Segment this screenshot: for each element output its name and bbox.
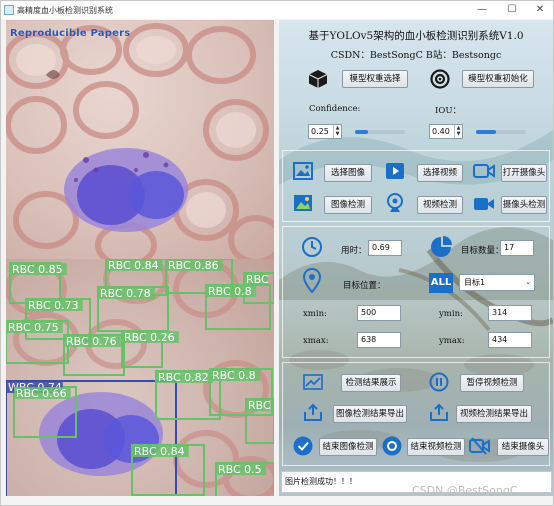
target-select-value: 目标1	[464, 278, 486, 287]
export-video-button[interactable]: 视频检测结果导出	[456, 405, 532, 423]
pie-chart-icon	[431, 236, 452, 257]
ymin-field: 314	[488, 305, 532, 321]
xmax-label: xmax:	[303, 336, 329, 346]
detection-label: RBC 0.5	[218, 463, 262, 476]
init-weights-button[interactable]: 模型权重初始化	[462, 70, 534, 88]
detection-label: RBC	[248, 399, 271, 412]
detection-label: RBC 0.84	[108, 259, 159, 272]
ymax-field: 434	[488, 332, 532, 348]
pause-icon	[429, 372, 449, 392]
clock-icon	[302, 237, 322, 257]
image-icon	[293, 162, 313, 180]
detection-label: RBC 0.8	[212, 369, 256, 382]
export-icon	[304, 403, 322, 421]
select-weights-button[interactable]: 模型权重选择	[342, 70, 408, 88]
detection-label: RBC 0.86	[168, 259, 219, 272]
target-icon	[430, 69, 450, 89]
csdn-watermark: CSDN @BestSongC	[412, 484, 518, 497]
iou-value: 0.40	[432, 127, 450, 136]
control-panel: 基于YOLOv5架构的血小板检测识别系统V1.0 CSDN：BestSongC …	[279, 20, 553, 496]
cube-icon	[308, 70, 328, 88]
confidence-spinbox[interactable]: 0.25 ▲ ▼	[308, 124, 342, 139]
end-camera-button[interactable]: 结束摄像头	[497, 438, 549, 456]
end-video-detect-button[interactable]: 结束视频检测	[407, 438, 465, 456]
location-pin-icon	[303, 268, 321, 294]
gallery-icon	[294, 195, 312, 211]
ymin-label: ymin:	[439, 309, 463, 319]
detection-label: RBC 0.8	[208, 285, 252, 298]
app-icon	[4, 5, 14, 15]
camera-detect-button[interactable]: 摄像头检测	[501, 196, 547, 214]
chevron-down-icon: ⌄	[525, 278, 531, 286]
check-circle-icon	[293, 436, 313, 456]
show-results-button[interactable]: 检测结果展示	[341, 374, 401, 392]
stop-circle-icon	[382, 436, 402, 456]
blood-smear-detected: RBC 0.85 RBC 0.84 RBC 0.86 RBC RBC 0.73 RBC 0…	[6, 259, 274, 496]
camera-off-icon	[469, 437, 490, 455]
image-detect-button[interactable]: 图像检测	[324, 196, 372, 214]
window-title: 高精度血小板检测识别系统	[17, 6, 113, 15]
detection-label: RBC 0.73	[28, 299, 79, 312]
spin-arrows-icon[interactable]: ▲ ▼	[454, 125, 462, 138]
line-chart-icon	[303, 374, 323, 390]
detection-label: RBC 0.76	[66, 335, 117, 348]
export-image-button[interactable]: 图像检测结果导出	[333, 405, 407, 423]
detection-image: RBC 0.85 RBC 0.84 RBC 0.86 RBC RBC 0.73 RBC 0…	[6, 259, 274, 496]
spin-arrows-icon[interactable]: ▲ ▼	[333, 125, 341, 138]
all-targets-icon: ALL	[429, 273, 453, 293]
iou-slider-fill	[476, 130, 496, 134]
pause-video-button[interactable]: 暂停视频检测	[460, 374, 524, 392]
confidence-slider-fill	[355, 130, 368, 134]
detection-label: RBC 0.85	[12, 263, 63, 276]
ymax-label: ymax:	[439, 336, 465, 346]
time-label: 用时：	[341, 246, 367, 256]
video-file-icon	[386, 163, 404, 179]
target-select[interactable]: 目标1 ⌄	[459, 274, 535, 291]
detection-label: RBC 0.26	[124, 331, 175, 344]
end-image-detect-button[interactable]: 结束图像检测	[319, 438, 377, 456]
app-window: 高精度血小板检测识别系统 — ☐ ✕ Reproducible Papers R…	[0, 0, 554, 506]
iou-spinbox[interactable]: 0.40 ▲ ▼	[429, 124, 463, 139]
confidence-slider[interactable]	[355, 130, 405, 134]
original-image: Reproducible Papers	[6, 20, 274, 259]
iou-label: IOU：	[435, 106, 461, 116]
video-detect-button[interactable]: 视频检测	[417, 196, 463, 214]
detection-label: RBC 0.82	[158, 371, 209, 384]
position-label: 目标位置：	[343, 281, 386, 291]
count-field: 17	[500, 240, 534, 256]
app-heading: 基于YOLOv5架构的血小板检测识别系统V1.0	[308, 30, 524, 42]
webcam-icon	[387, 193, 403, 212]
time-field: 0.69	[368, 240, 402, 256]
iou-slider[interactable]	[476, 130, 526, 134]
export-icon	[430, 403, 448, 421]
select-video-button[interactable]: 选择视频	[417, 164, 463, 182]
xmax-field: 638	[357, 332, 401, 348]
detection-label: RBC 0.78	[100, 287, 151, 300]
title-bar: 高精度血小板检测识别系统 — ☐ ✕	[1, 1, 553, 19]
confidence-value: 0.25	[311, 127, 329, 136]
camcorder-icon	[474, 198, 494, 210]
blood-smear-original	[6, 23, 274, 259]
minimize-button[interactable]: —	[471, 3, 493, 17]
confidence-label: Confidence:	[309, 104, 361, 114]
detection-label: RBC 0.66	[16, 387, 67, 400]
count-label: 目标数量：	[461, 246, 504, 256]
overlay-title: Reproducible Papers	[10, 28, 131, 39]
close-button[interactable]: ✕	[529, 3, 551, 17]
maximize-button[interactable]: ☐	[501, 3, 523, 17]
detection-label: RBC 0.75	[8, 321, 59, 334]
select-image-button[interactable]: 选择图像	[324, 164, 372, 182]
xmin-field: 500	[357, 305, 401, 321]
app-subheading: CSDN：BestSongC B站：Bestsongc	[330, 50, 502, 61]
camera-icon	[473, 164, 495, 178]
open-camera-button[interactable]: 打开摄像头	[501, 164, 547, 182]
detection-label: RBC 0.84	[134, 445, 185, 458]
xmin-label: xmin:	[303, 309, 327, 319]
